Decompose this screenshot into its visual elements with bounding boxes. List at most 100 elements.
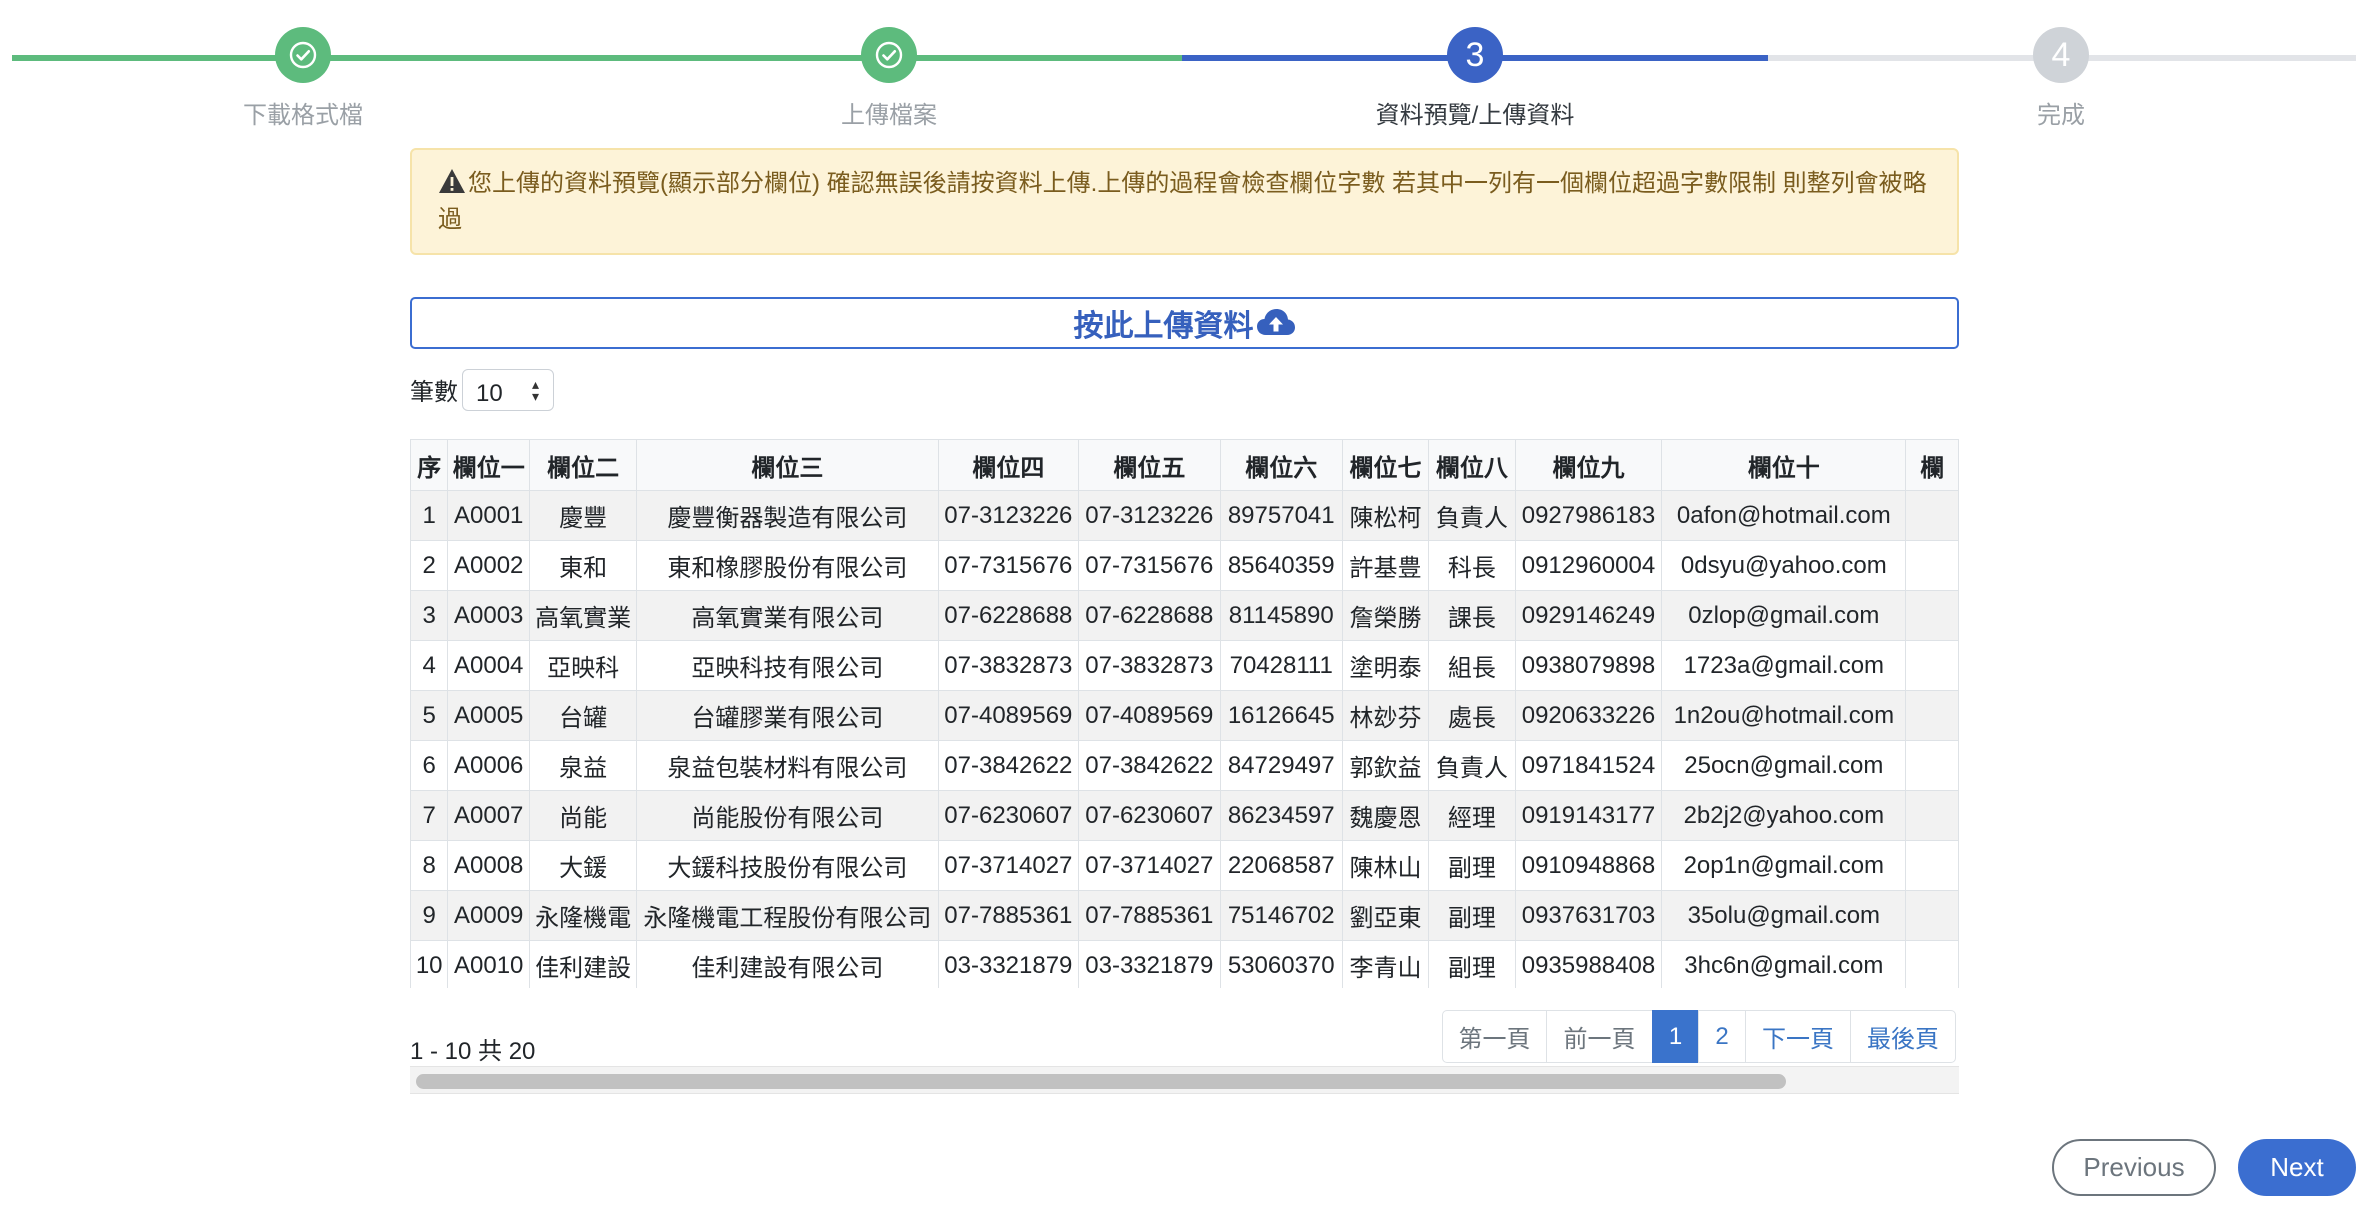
- table-cell: 佳利建設有限公司: [636, 940, 939, 988]
- table-cell: 25ocn@gmail.com: [1661, 740, 1907, 791]
- column-header: 欄位四: [937, 439, 1080, 491]
- step-3-label: 資料預覽/上傳資料: [1375, 102, 1575, 129]
- table-row: 4 A0004 亞映科 亞映科技有限公司 07-3832873 07-3832873 704…: [410, 640, 1959, 691]
- table-cell: 89757041: [1219, 490, 1343, 541]
- table-cell: 高氧實業: [529, 590, 638, 641]
- scrollbar-thumb[interactable]: [416, 1074, 1786, 1089]
- column-header: 欄: [1905, 439, 1959, 491]
- column-header: 欄位三: [636, 439, 939, 491]
- table-cell: 陳松柯: [1341, 490, 1429, 541]
- table-cell: 尚能: [529, 790, 638, 841]
- table-cell: A0004: [447, 640, 531, 691]
- table-cell: 7: [410, 790, 449, 841]
- table-cell: 慶豐: [529, 490, 638, 541]
- step-4-circle: 4: [2033, 27, 2089, 83]
- table-cell: 10: [410, 940, 449, 988]
- page-size-select[interactable]: 10 ▴ ▾: [462, 369, 554, 411]
- last-page-button[interactable]: 最後頁: [1850, 1010, 1956, 1063]
- table-cell: 佳利建設: [529, 940, 638, 988]
- table-cell: 負責人: [1427, 490, 1516, 541]
- table-cell: 許基豊: [1341, 540, 1429, 591]
- table-cell: A0006: [447, 740, 531, 791]
- table-cell: 塗明泰: [1341, 640, 1429, 691]
- table-cell: 0919143177: [1514, 790, 1663, 841]
- table-cell: 泉益: [529, 740, 638, 791]
- table-cell: 大鍰科技股份有限公司: [636, 840, 939, 891]
- upload-button-label: 按此上傳資料: [1073, 310, 1254, 343]
- prev-page-button[interactable]: 前一頁: [1546, 1010, 1653, 1063]
- table-cell: 07-3714027: [1078, 840, 1221, 891]
- step-2-label: 上傳檔案: [841, 102, 937, 129]
- table-cell: 副理: [1427, 940, 1516, 988]
- first-page-button[interactable]: 第一頁: [1441, 1010, 1548, 1063]
- table-cell: 07-4089569: [937, 690, 1080, 741]
- column-header: 欄位十: [1661, 439, 1907, 491]
- table-cell: 07-6228688: [1078, 590, 1221, 641]
- table-cell: 9: [410, 890, 449, 941]
- table-cell: 0935988408: [1514, 940, 1663, 988]
- warning-triangle-icon: [439, 169, 465, 193]
- page-1-button[interactable]: 1: [1651, 1010, 1700, 1063]
- table-cell: 07-3832873: [937, 640, 1080, 691]
- next-button[interactable]: Next: [2238, 1139, 2356, 1196]
- table-cell: 84729497: [1219, 740, 1343, 791]
- table-cell: 03-3321879: [1078, 940, 1221, 988]
- table-cell: 永隆機電: [529, 890, 638, 941]
- column-header: 欄位二: [529, 439, 638, 491]
- upload-data-button[interactable]: 按此上傳資料: [410, 297, 1959, 349]
- table-cell: [1905, 790, 1959, 841]
- table-cell: 5: [410, 690, 449, 741]
- data-preview-table: 序欄位一 欄位二 欄位三 欄位四 欄位五 欄位六 欄位七 欄位八 欄位九 欄位十欄 1 A0001 慶…: [410, 439, 1959, 988]
- data-preview-table-scroll[interactable]: 序欄位一 欄位二 欄位三 欄位四 欄位五 欄位六 欄位七 欄位八 欄位九 欄位十欄 1 A0001 慶…: [410, 439, 1959, 988]
- table-cell: 郭欽益: [1341, 740, 1429, 791]
- table-cell: 1n2ou@hotmail.com: [1661, 690, 1907, 741]
- table-cell: A0001: [447, 490, 531, 541]
- table-cell: 台罐: [529, 690, 638, 741]
- column-header: 欄位九: [1514, 439, 1663, 491]
- table-cell: 6: [410, 740, 449, 791]
- column-header: 欄位八: [1427, 439, 1516, 491]
- table-cell: 劉亞東: [1341, 890, 1429, 941]
- next-page-button[interactable]: 下一頁: [1744, 1010, 1852, 1063]
- table-cell: 科長: [1427, 540, 1516, 591]
- table-cell: 85640359: [1219, 540, 1343, 591]
- table-cell: 86234597: [1219, 790, 1343, 841]
- page-2-button[interactable]: 2: [1698, 1010, 1746, 1063]
- table-cell: A0009: [447, 890, 531, 941]
- table-cell: 高氧實業有限公司: [636, 590, 939, 641]
- table-row: 1 A0001 慶豐 慶豐衡器製造有限公司 07-3123226 07-3123226 89…: [410, 490, 1959, 541]
- previous-button[interactable]: Previous: [2052, 1139, 2216, 1196]
- table-cell: [1905, 840, 1959, 891]
- table-cell: 07-6228688: [937, 590, 1080, 641]
- alert-text: 您上傳的資料預覽(顯示部分欄位) 確認無誤後請按資料上傳.上傳的過程會檢查欄位字…: [438, 170, 1927, 233]
- table-cell: 陳林山: [1341, 840, 1429, 891]
- table-cell: A0005: [447, 690, 531, 741]
- table-cell: 尚能股份有限公司: [636, 790, 939, 841]
- table-cell: 詹榮勝: [1341, 590, 1429, 641]
- column-header: 欄位五: [1078, 439, 1221, 491]
- step-2-check-icon: [861, 27, 917, 83]
- table-row: 8 A0008 大鍰 大鍰科技股份有限公司 07-3714027 07-3714027 22…: [410, 840, 1959, 891]
- column-header: 欄位六: [1219, 439, 1343, 491]
- table-cell: 泉益包裝材料有限公司: [636, 740, 939, 791]
- table-row: 10 A0010 佳利建設 佳利建設有限公司 03-3321879 03-3321879 5…: [410, 940, 1959, 988]
- table-cell: 22068587: [1219, 840, 1343, 891]
- table-cell: A0003: [447, 590, 531, 641]
- select-updown-icon: ▴ ▾: [531, 376, 539, 404]
- table-cell: 70428111: [1219, 640, 1343, 691]
- table-cell: 07-3123226: [937, 490, 1080, 541]
- table-row: 5 A0005 台罐 台罐膠業有限公司 07-4089569 07-4089569 1612…: [410, 690, 1959, 741]
- horizontal-scrollbar[interactable]: [410, 1066, 1959, 1094]
- table-cell: 東和橡膠股份有限公司: [636, 540, 939, 591]
- column-header: 欄位一: [447, 439, 531, 491]
- table-cell: 1: [410, 490, 449, 541]
- step-4-label: 完成: [2037, 102, 2085, 129]
- table-cell: 35olu@gmail.com: [1661, 890, 1907, 941]
- table-cell: 07-3123226: [1078, 490, 1221, 541]
- table-cell: [1905, 690, 1959, 741]
- table-cell: 07-7885361: [937, 890, 1080, 941]
- pagination: 第一頁 前一頁 1 2 下一頁 最後頁: [1441, 1010, 1956, 1063]
- table-cell: 副理: [1427, 840, 1516, 891]
- table-cell: 魏慶恩: [1341, 790, 1429, 841]
- table-row: 6 A0006 泉益 泉益包裝材料有限公司 07-3842622 07-3842622 84…: [410, 740, 1959, 791]
